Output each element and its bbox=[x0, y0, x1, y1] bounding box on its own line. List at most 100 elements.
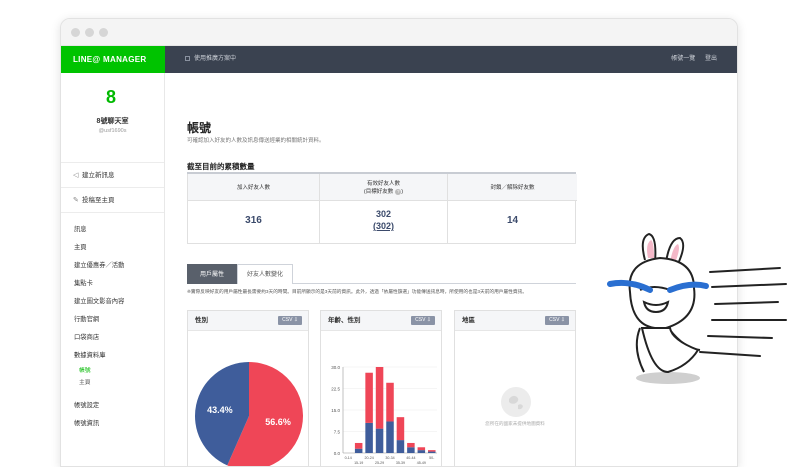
bar-segment bbox=[365, 372, 373, 423]
y-tick-label: 7.5 bbox=[334, 430, 341, 435]
sidebar: 8 8號聊天室 @usf1690s ◁ 建立新訊息 ✎ 投稿至主頁 訊息 主頁 建立… bbox=[61, 73, 165, 466]
post-to-home-label: 投稿至主頁 bbox=[82, 197, 115, 204]
window-maximize-dot[interactable] bbox=[99, 28, 108, 37]
create-message-button[interactable]: ◁ 建立新訊息 bbox=[61, 163, 164, 188]
page-title: 帳號 bbox=[187, 121, 212, 135]
bar-segment bbox=[354, 442, 363, 449]
blocked-column: 封鎖／解除好友數 14 bbox=[448, 174, 577, 244]
total-friends-value: 316 bbox=[245, 215, 262, 226]
window-minimize-dot[interactable] bbox=[85, 28, 94, 37]
gender-csv-button[interactable]: CSV ⇩ bbox=[278, 316, 302, 325]
x-tick-label: 40-44 bbox=[406, 456, 415, 460]
sidebar-item-home[interactable]: 主頁 bbox=[61, 239, 164, 257]
sidebar-item-account-info[interactable]: 帳號資訊 bbox=[61, 415, 164, 433]
account-card: 8 8號聊天室 @usf1690s bbox=[61, 73, 164, 163]
age-gender-card: 年齡、性別 CSV ⇩ 0.0 7.5 15.0 22.5 30.0 0-14 20-24 3… bbox=[320, 310, 442, 466]
bar-segment bbox=[428, 451, 436, 453]
top-bar: LINE@ MANAGER 使用推廣方案中 帳號一覽 登出 bbox=[61, 46, 737, 73]
top-links: 帳號一覽 登出 bbox=[663, 46, 717, 73]
window-close-dot[interactable] bbox=[71, 28, 80, 37]
valid-friends-column: 有效好友人數 (目標好友數?) 302 (302) bbox=[320, 174, 448, 244]
tab-bar: 用戶屬性 好友人數變化 bbox=[187, 264, 576, 284]
bar-segment bbox=[417, 447, 426, 451]
region-empty-text: 您所在的國家未提供地圖資料 bbox=[485, 421, 545, 426]
valid-friends-value: 302 bbox=[375, 209, 392, 219]
target-friends-label: (目標好友數 bbox=[363, 189, 394, 195]
create-message-label: 建立新訊息 bbox=[82, 172, 115, 179]
y-tick-label: 15.0 bbox=[331, 408, 340, 413]
x-tick-label: 25-29 bbox=[375, 461, 384, 465]
age-gender-csv-button[interactable]: CSV ⇩ bbox=[411, 316, 435, 325]
x-tick-label: 20-24 bbox=[365, 456, 374, 460]
tab-user-attributes[interactable]: 用戶屬性 bbox=[187, 264, 237, 284]
bar-segment bbox=[396, 417, 405, 441]
gender-card-header: 性別 CSV ⇩ bbox=[188, 311, 308, 331]
attributes-note: ※實際反映好友的用戶屬性最長需要約3天的時間。目前所顯示的是3天前的資訊。此外，… bbox=[187, 289, 527, 294]
sidebar-item-coupons[interactable]: 建立優惠券／活動 bbox=[61, 257, 164, 275]
sidebar-item-pocket-shop[interactable]: 口袋商店 bbox=[61, 329, 164, 347]
checkbox-icon bbox=[185, 55, 190, 61]
region-card: 地區 CSV ⇩ 您所在的國家未提供地圖資料 bbox=[454, 310, 576, 466]
globe-icon bbox=[501, 387, 531, 417]
x-tick-label: 0-14 bbox=[345, 456, 352, 460]
bar-segment bbox=[375, 428, 384, 453]
account-list-link[interactable]: 帳號一覽 bbox=[671, 56, 695, 62]
bar-segment bbox=[354, 448, 363, 453]
totals-table: 加入好友人數 316 有效好友人數 (目標好友數?) 302 (302) 封鎖／… bbox=[187, 174, 577, 244]
plan-text: 使用推廣方案中 bbox=[194, 56, 237, 62]
target-friends-value[interactable]: (302) bbox=[320, 220, 447, 232]
pie-label-1: 56.6% bbox=[265, 417, 291, 427]
total-friends-header: 加入好友人數 bbox=[188, 174, 319, 201]
window-chrome bbox=[61, 19, 737, 46]
sidebar-subitem-account[interactable]: 帳號 bbox=[61, 365, 164, 377]
bar-segment bbox=[417, 450, 426, 453]
sidebar-item-rich-content[interactable]: 建立圖文影音內容 bbox=[61, 293, 164, 311]
x-tick-label: 30-34 bbox=[385, 456, 394, 460]
age-gender-card-header: 年齡、性別 CSV ⇩ bbox=[321, 311, 441, 331]
edit-icon: ✎ bbox=[73, 197, 79, 204]
gender-card-title: 性別 bbox=[195, 317, 208, 324]
sidebar-menu: 訊息 主頁 建立優惠券／活動 集點卡 建立圖文影音內容 行動官網 口袋商店 數據… bbox=[61, 213, 164, 433]
plan-status: 使用推廣方案中 bbox=[185, 46, 236, 73]
valid-friends-values: 302 (302) bbox=[320, 201, 447, 232]
y-tick-label: 0.0 bbox=[334, 451, 341, 456]
region-csv-button[interactable]: CSV ⇩ bbox=[545, 316, 569, 325]
valid-friends-label: 有效好友人數 bbox=[366, 181, 400, 187]
region-card-header: 地區 CSV ⇩ bbox=[455, 311, 575, 331]
region-card-title: 地區 bbox=[462, 317, 475, 324]
account-logo-icon: 8 bbox=[106, 87, 117, 107]
x-tick-label: 35-39 bbox=[396, 461, 405, 465]
tab-friend-changes[interactable]: 好友人數變化 bbox=[237, 264, 293, 284]
sidebar-item-messages[interactable]: 訊息 bbox=[61, 221, 164, 239]
bar-segment bbox=[386, 421, 394, 453]
bar-segment bbox=[407, 442, 415, 448]
x-tick-label: 45-49 bbox=[417, 461, 426, 465]
section-title: 截至目前的累積數量 bbox=[187, 162, 255, 171]
total-friends-column: 加入好友人數 316 bbox=[188, 174, 320, 244]
sidebar-item-point-card[interactable]: 集點卡 bbox=[61, 275, 164, 293]
sidebar-item-mobile-site[interactable]: 行動官網 bbox=[61, 311, 164, 329]
age-gender-bar-chart: 0.0 7.5 15.0 22.5 30.0 0-14 20-24 30-34 40-44 50-… bbox=[331, 365, 437, 465]
gender-card: 性別 CSV ⇩ 56.6% 43.4% bbox=[187, 310, 309, 466]
sidebar-item-statistics[interactable]: 數據資料庫 bbox=[61, 347, 164, 365]
post-to-home-button[interactable]: ✎ 投稿至主頁 bbox=[61, 188, 164, 213]
blocked-value: 14 bbox=[506, 215, 519, 226]
age-gender-card-title: 年齡、性別 bbox=[328, 317, 361, 324]
sidebar-subitem-home[interactable]: 主頁 bbox=[61, 377, 164, 389]
running-bunny-mascot-illustration bbox=[607, 232, 787, 384]
bar-segment bbox=[428, 450, 436, 452]
bar-segment bbox=[375, 367, 384, 429]
page-description: 可確認加入好友的人數及訊息傳送經業的相關統計資料。 bbox=[187, 138, 325, 144]
bar-segment bbox=[386, 382, 394, 422]
bar-segment bbox=[396, 440, 405, 453]
bar-segment bbox=[407, 447, 415, 453]
gender-pie-chart: 56.6% 43.4% bbox=[195, 362, 303, 466]
brand-logo[interactable]: LINE@ MANAGER bbox=[61, 46, 165, 73]
account-id: @usf1690s bbox=[98, 128, 127, 134]
y-tick-label: 22.5 bbox=[331, 387, 340, 392]
sidebar-item-account-settings[interactable]: 帳號設定 bbox=[61, 397, 164, 415]
valid-friends-header: 有效好友人數 (目標好友數?) bbox=[320, 174, 447, 201]
x-tick-label: 50- bbox=[429, 456, 435, 460]
account-name: 8號聊天室 bbox=[96, 118, 129, 125]
logout-link[interactable]: 登出 bbox=[705, 56, 717, 62]
